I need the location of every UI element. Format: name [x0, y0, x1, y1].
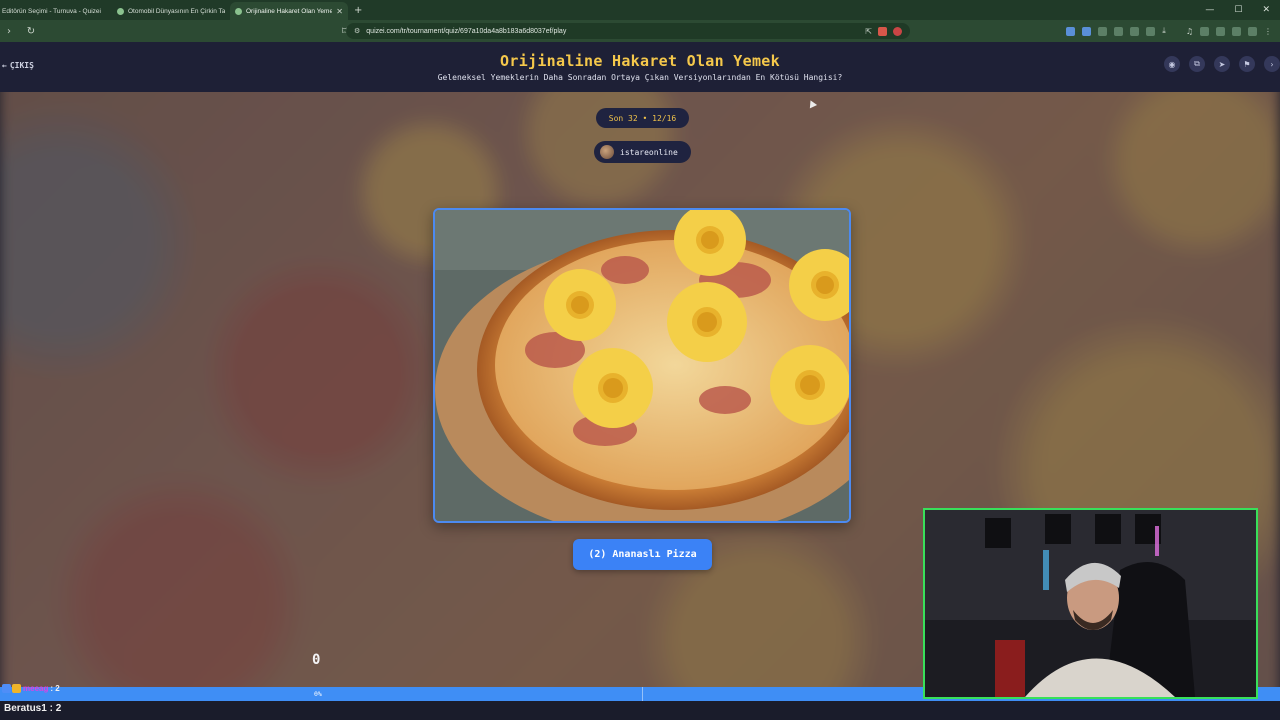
extension-icon[interactable] — [1232, 26, 1241, 36]
minimize-icon[interactable]: — — [1205, 5, 1214, 15]
back-arrow-icon: ← — [2, 61, 7, 70]
extension-icon[interactable] — [1114, 26, 1124, 36]
header-actions: ◉ ⧉ ➤ ⚑ › — [1164, 56, 1280, 72]
share-icon[interactable]: ⇱ — [865, 27, 872, 36]
browser-toolbar: › ↻ ⌑ ⚙ quizei.com/tr/tournament/quiz/69… — [0, 20, 1280, 42]
reload-icon[interactable]: ↻ — [24, 26, 38, 37]
chat-message: meeag : 2 — [2, 684, 60, 693]
browser-tab-3-active[interactable]: Orijinaline Hakaret Olan Yemek ✕ — [230, 2, 348, 20]
exit-button[interactable]: ← ÇIKIŞ — [2, 61, 34, 70]
site-favicon-icon — [235, 7, 242, 15]
progress-percent: 0% — [314, 690, 322, 698]
quiz-page: ← ÇIKIŞ Orijinaline Hakaret Olan Yemek G… — [0, 42, 1280, 720]
extension-icon[interactable] — [1200, 26, 1209, 36]
copy-icon[interactable]: ⧉ — [1189, 56, 1205, 72]
webcam-feed — [925, 510, 1256, 697]
vote-count: 0 — [312, 652, 321, 668]
chat-username: meeag — [23, 684, 49, 693]
address-bar[interactable]: ⚙ quizei.com/tr/tournament/quiz/697a10da… — [346, 23, 910, 39]
url-text: quizei.com/tr/tournament/quiz/697a10da4a… — [366, 27, 567, 35]
brave-shield-icon[interactable] — [878, 26, 887, 36]
chat-message: Beratus1 : 2 — [4, 703, 61, 714]
extension-icon[interactable] — [1216, 26, 1225, 36]
badge-icon — [12, 684, 21, 693]
chat-username: Beratus1 — [4, 703, 47, 714]
media-icon[interactable]: ♫ — [1186, 27, 1193, 36]
browser-tab-1[interactable]: Editörün Seçimi - Turnuva - Quizei — [0, 2, 112, 20]
window-controls: — ☐ ✕ — [1205, 0, 1280, 20]
tab-title: Otomobil Dünyasının En Çirkin Tasarı — [128, 7, 225, 15]
creator-username: istareonline — [620, 147, 678, 157]
menu-icon[interactable]: ⋮ — [1264, 27, 1272, 36]
avatar — [600, 145, 614, 159]
tab-title: Orijinaline Hakaret Olan Yemek — [246, 7, 333, 15]
rewards-icon[interactable] — [893, 26, 902, 36]
quiz-header: ← ÇIKIŞ Orijinaline Hakaret Olan Yemek G… — [0, 42, 1280, 92]
extension-icon[interactable] — [1098, 26, 1108, 36]
close-tab-icon[interactable]: ✕ — [336, 7, 343, 16]
extension-icon[interactable] — [1146, 26, 1156, 36]
site-favicon-icon — [117, 7, 124, 15]
badge-icon — [2, 684, 11, 693]
exit-label: ÇIKIŞ — [9, 61, 34, 70]
browser-tab-strip: Editörün Seçimi - Turnuva - Quizei Otomo… — [0, 0, 1280, 20]
extension-icon[interactable] — [1248, 26, 1257, 36]
eye-icon[interactable]: ◉ — [1164, 56, 1180, 72]
extension-icon[interactable] — [1082, 26, 1092, 36]
extensions-area: ⤓ ♫ ⋮ — [1066, 20, 1272, 42]
choice-image-card[interactable] — [433, 208, 851, 523]
page-title: Orijinaline Hakaret Olan Yemek — [500, 52, 780, 70]
browser-tab-2[interactable]: Otomobil Dünyasının En Çirkin Tasarı — [112, 2, 230, 20]
chat-text: : 2 — [50, 684, 60, 693]
extension-icon[interactable] — [1066, 26, 1076, 36]
webcam-overlay — [923, 508, 1258, 699]
new-tab-button[interactable]: + — [348, 2, 368, 20]
choice-select-button[interactable]: (2) Ananaslı Pizza — [573, 539, 712, 570]
round-indicator: Son 32 • 12/16 — [596, 108, 689, 128]
creator-badge[interactable]: istareonline — [594, 141, 691, 163]
download-icon[interactable]: ⤓ — [1162, 26, 1166, 36]
send-icon[interactable]: ➤ — [1214, 56, 1230, 72]
page-subtitle: Geleneksel Yemeklerin Daha Sonradan Orta… — [437, 73, 843, 82]
bottom-overlay-strip — [0, 701, 1280, 720]
more-icon[interactable]: › — [1264, 56, 1280, 72]
forward-icon[interactable]: › — [2, 26, 16, 37]
extension-icon[interactable] — [1130, 26, 1140, 36]
chat-text: : 2 — [46, 703, 62, 714]
close-window-icon[interactable]: ✕ — [1262, 5, 1270, 15]
maximize-icon[interactable]: ☐ — [1234, 5, 1242, 15]
tab-title: Editörün Seçimi - Turnuva - Quizei — [2, 7, 101, 15]
pizza-image — [435, 210, 849, 521]
site-info-icon[interactable]: ⚙ — [354, 27, 360, 35]
flag-icon[interactable]: ⚑ — [1239, 56, 1255, 72]
